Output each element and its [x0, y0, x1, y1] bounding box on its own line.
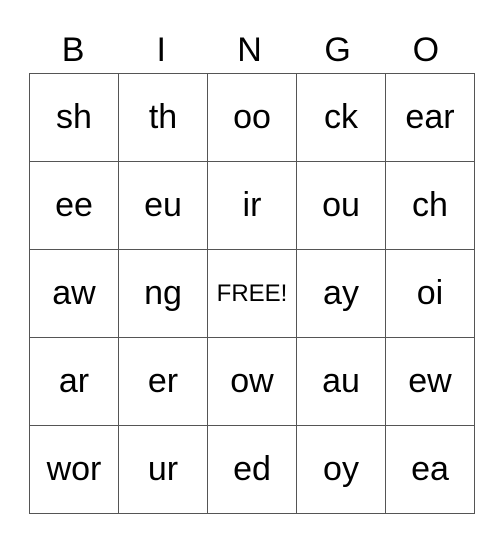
- header-letter-n: N: [237, 31, 262, 69]
- bingo-cell[interactable]: ar: [29, 337, 119, 426]
- header-letter-b: B: [61, 31, 85, 69]
- bingo-cell[interactable]: ay: [296, 249, 386, 338]
- bingo-header: B I N G O: [29, 28, 470, 73]
- bingo-cell[interactable]: ck: [296, 73, 386, 162]
- bingo-row: wor ur ed oy ea: [29, 425, 475, 514]
- bingo-cell[interactable]: aw: [29, 249, 119, 338]
- bingo-grid: sh th oo ck ear ee eu ir ou ch aw ng FREE! ay oi ar er ow…: [29, 73, 475, 514]
- bingo-cell[interactable]: sh: [29, 73, 119, 162]
- header-letter-g: G: [324, 31, 351, 69]
- bingo-cell[interactable]: ow: [207, 337, 297, 426]
- bingo-cell[interactable]: oy: [296, 425, 386, 514]
- bingo-cell[interactable]: ur: [118, 425, 208, 514]
- bingo-cell[interactable]: oi: [385, 249, 475, 338]
- bingo-row: aw ng FREE! ay oi: [29, 249, 475, 338]
- bingo-cell[interactable]: ng: [118, 249, 208, 338]
- bingo-cell[interactable]: ee: [29, 161, 119, 250]
- bingo-cell[interactable]: th: [118, 73, 208, 162]
- bingo-cell[interactable]: ed: [207, 425, 297, 514]
- bingo-cell[interactable]: ea: [385, 425, 475, 514]
- bingo-cell[interactable]: ew: [385, 337, 475, 426]
- bingo-cell[interactable]: au: [296, 337, 386, 426]
- bingo-row: ar er ow au ew: [29, 337, 475, 426]
- bingo-row: sh th oo ck ear: [29, 73, 475, 162]
- bingo-cell[interactable]: ch: [385, 161, 475, 250]
- free-space[interactable]: FREE!: [207, 249, 297, 338]
- bingo-cell[interactable]: ear: [385, 73, 475, 162]
- bingo-cell[interactable]: ou: [296, 161, 386, 250]
- header-letter-o: O: [412, 31, 440, 69]
- bingo-row: ee eu ir ou ch: [29, 161, 475, 250]
- bingo-cell[interactable]: ir: [207, 161, 297, 250]
- bingo-cell[interactable]: er: [118, 337, 208, 426]
- bingo-cell[interactable]: wor: [29, 425, 119, 514]
- bingo-cell[interactable]: oo: [207, 73, 297, 162]
- header-letter-i: I: [156, 31, 166, 69]
- bingo-cell[interactable]: eu: [118, 161, 208, 250]
